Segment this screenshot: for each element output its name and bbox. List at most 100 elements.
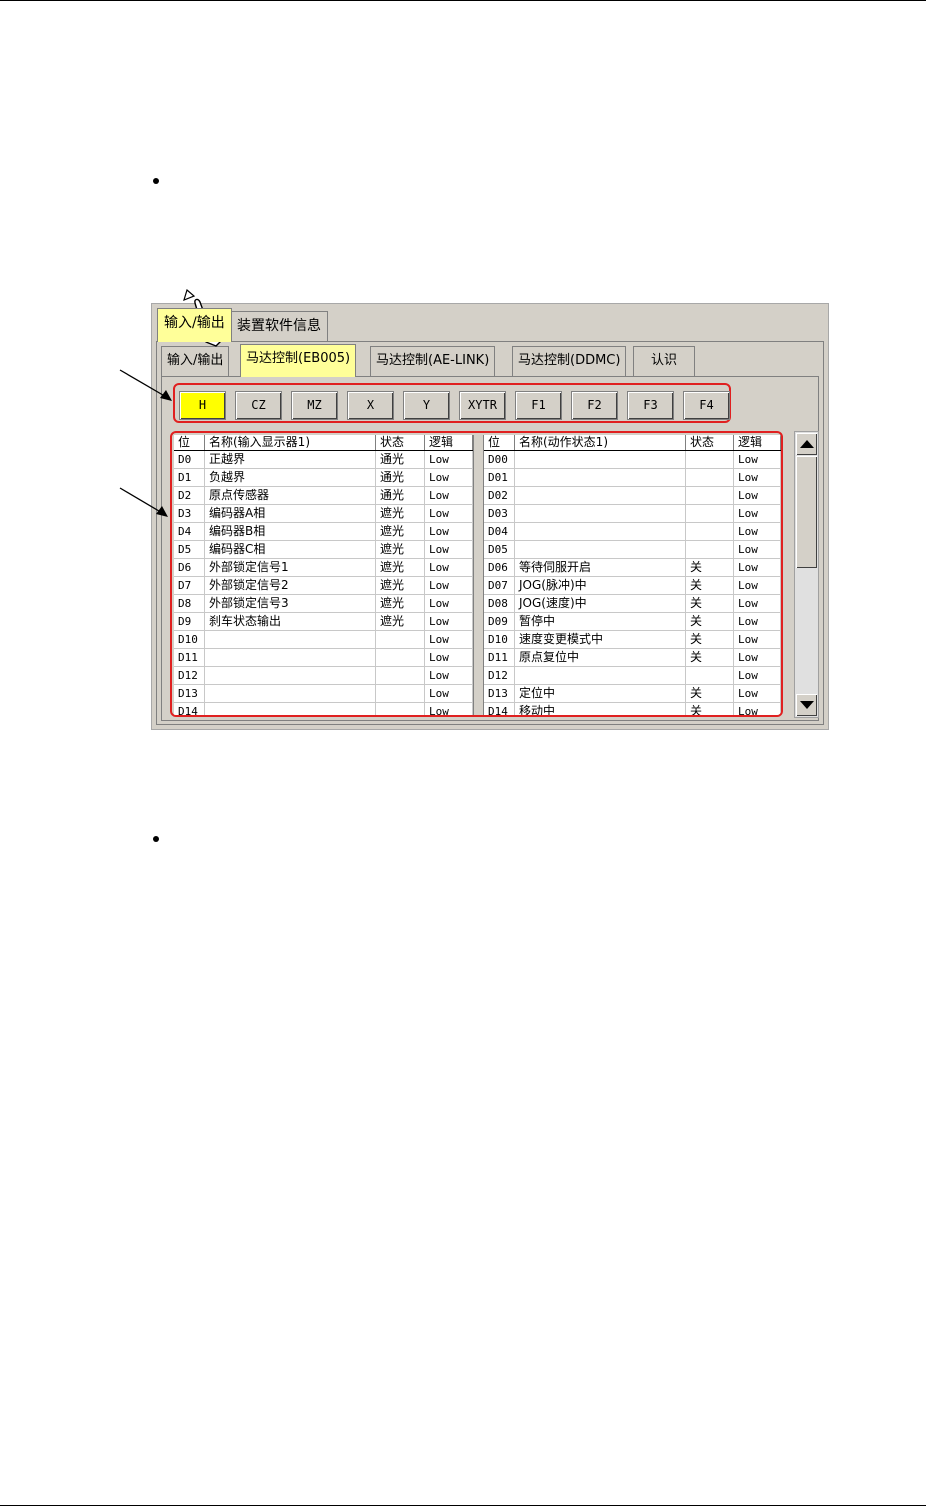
table-row[interactable]: D11 Low [174,649,473,667]
name-cell: 暂停中 [515,613,686,630]
column-header-state[interactable]: 状态 [376,435,425,450]
column-header-name[interactable]: 名称(动作状态1) [515,435,686,450]
table-row[interactable]: D5 编码器C相 遮光 Low [174,541,473,559]
name-cell: JOG(速度)中 [515,595,686,612]
table-row[interactable]: D4 编码器B相 遮光 Low [174,523,473,541]
logic-cell: Low [425,577,473,594]
axis-button-cz[interactable]: CZ [235,391,282,420]
table-row[interactable]: D0 正越界 通光 Low [174,451,473,469]
state-cell: 遮光 [376,577,425,594]
state-cell [686,667,734,684]
scroll-up-button[interactable] [796,433,817,455]
vertical-scrollbar[interactable] [794,431,819,718]
bit-cell: D2 [174,487,205,504]
logic-cell: Low [425,631,473,648]
axis-button-f4[interactable]: F4 [683,391,730,420]
table-row[interactable]: D14 移动中关 Low [484,703,781,715]
table-row[interactable]: D03 Low [484,505,781,523]
table-row[interactable]: D1 负越界 通光 Low [174,469,473,487]
bit-cell: D13 [484,685,515,702]
state-cell [376,667,425,684]
name-cell: 正越界 [205,451,376,468]
axis-button-y[interactable]: Y [403,391,450,420]
axis-button-f3[interactable]: F3 [627,391,674,420]
logic-cell: Low [425,649,473,666]
logic-cell: Low [425,469,473,486]
scroll-down-button[interactable] [796,694,817,716]
logic-cell: Low [734,577,781,594]
column-header-bit[interactable]: 位 [174,435,205,450]
axis-button-mz[interactable]: MZ [291,391,338,420]
name-cell [205,631,376,648]
table-row[interactable]: D9 刹车状态输出 遮光 Low [174,613,473,631]
table-row[interactable]: D12 Low [174,667,473,685]
outer-tab-io[interactable]: 输入/输出 [157,308,232,342]
state-cell: 关 [686,685,734,702]
logic-cell: Low [425,541,473,558]
state-cell: 关 [686,577,734,594]
table-row[interactable]: D11 原点复位中关 Low [484,649,781,667]
table-splitter[interactable] [473,435,484,715]
table-row[interactable]: D09 暂停中关 Low [484,613,781,631]
column-header-state[interactable]: 状态 [686,435,734,450]
inner-tab-motor-ae-link[interactable]: 马达控制(AE-LINK) [370,346,496,376]
table-row[interactable]: D2 原点传感器 通光 Low [174,487,473,505]
state-cell: 关 [686,613,734,630]
axis-button-f1[interactable]: F1 [515,391,562,420]
inner-tab-motor-ddmc[interactable]: 马达控制(DDMC) [512,346,627,376]
axis-button-x[interactable]: X [347,391,394,420]
outer-tab-software-info[interactable]: 装置软件信息 [230,311,328,341]
logic-cell: Low [734,559,781,576]
logic-cell: Low [425,451,473,468]
table-row[interactable]: D06 等待伺服开启关 Low [484,559,781,577]
axis-button-f2[interactable]: F2 [571,391,618,420]
column-header-bit[interactable]: 位 [484,435,515,450]
state-cell [686,505,734,522]
table-row[interactable]: D05 Low [484,541,781,559]
name-cell: 外部锁定信号3 [205,595,376,612]
table-row[interactable]: D8 外部锁定信号3 遮光 Low [174,595,473,613]
column-header-name[interactable]: 名称(输入显示器1) [205,435,376,450]
table-row[interactable]: D13 定位中关 Low [484,685,781,703]
table-row[interactable]: D10 速度变更模式中关 Low [484,631,781,649]
triangle-down-icon [800,701,814,709]
table-row[interactable]: D13 Low [174,685,473,703]
table-row[interactable]: D07 JOG(脉冲)中关 Low [484,577,781,595]
name-cell: 编码器B相 [205,523,376,540]
callout-arrow-axis-buttons [119,369,172,401]
input-display-table: 位 名称(输入显示器1) 状态 逻辑 D0 正越界 通光 Low D1 负越界 通光 Low D… [174,435,473,715]
page-top-rule [0,0,926,1]
name-cell [205,703,376,715]
name-cell [515,523,686,540]
table-row[interactable]: D01 Low [484,469,781,487]
column-header-logic[interactable]: 逻辑 [734,435,781,450]
inner-tab-recognition[interactable]: 认识 [633,346,695,376]
table-row[interactable]: D6 外部锁定信号1 遮光 Low [174,559,473,577]
table-row[interactable]: D10 Low [174,631,473,649]
inner-tab-motor-eb005[interactable]: 马达控制(EB005) [240,344,357,377]
action-status-table: 位 名称(动作状态1) 状态 逻辑 D00 Low D01 Low D02 Low D03 L… [484,435,781,715]
scroll-thumb[interactable] [796,456,817,568]
table-row[interactable]: D12 Low [484,667,781,685]
axis-button-h[interactable]: H [179,391,226,420]
table-row[interactable]: D04 Low [484,523,781,541]
name-cell: 等待伺服开启 [515,559,686,576]
table-row[interactable]: D02 Low [484,487,781,505]
bit-cell: D8 [174,595,205,612]
name-cell: JOG(脉冲)中 [515,577,686,594]
table-row[interactable]: D08 JOG(速度)中关 Low [484,595,781,613]
page-bottom-rule [0,1505,926,1506]
table-row[interactable]: D14 Low [174,703,473,715]
column-header-logic[interactable]: 逻辑 [425,435,473,450]
bullet-2 [153,836,159,842]
logic-cell: Low [734,523,781,540]
logic-cell: Low [734,649,781,666]
table-row[interactable]: D3 编码器A相 遮光 Low [174,505,473,523]
logic-cell: Low [734,505,781,522]
state-cell: 通光 [376,451,425,468]
name-cell: 速度变更模式中 [515,631,686,648]
logic-cell: Low [425,523,473,540]
table-row[interactable]: D00 Low [484,451,781,469]
table-row[interactable]: D7 外部锁定信号2 遮光 Low [174,577,473,595]
axis-button-xytr[interactable]: XYTR [459,391,506,420]
